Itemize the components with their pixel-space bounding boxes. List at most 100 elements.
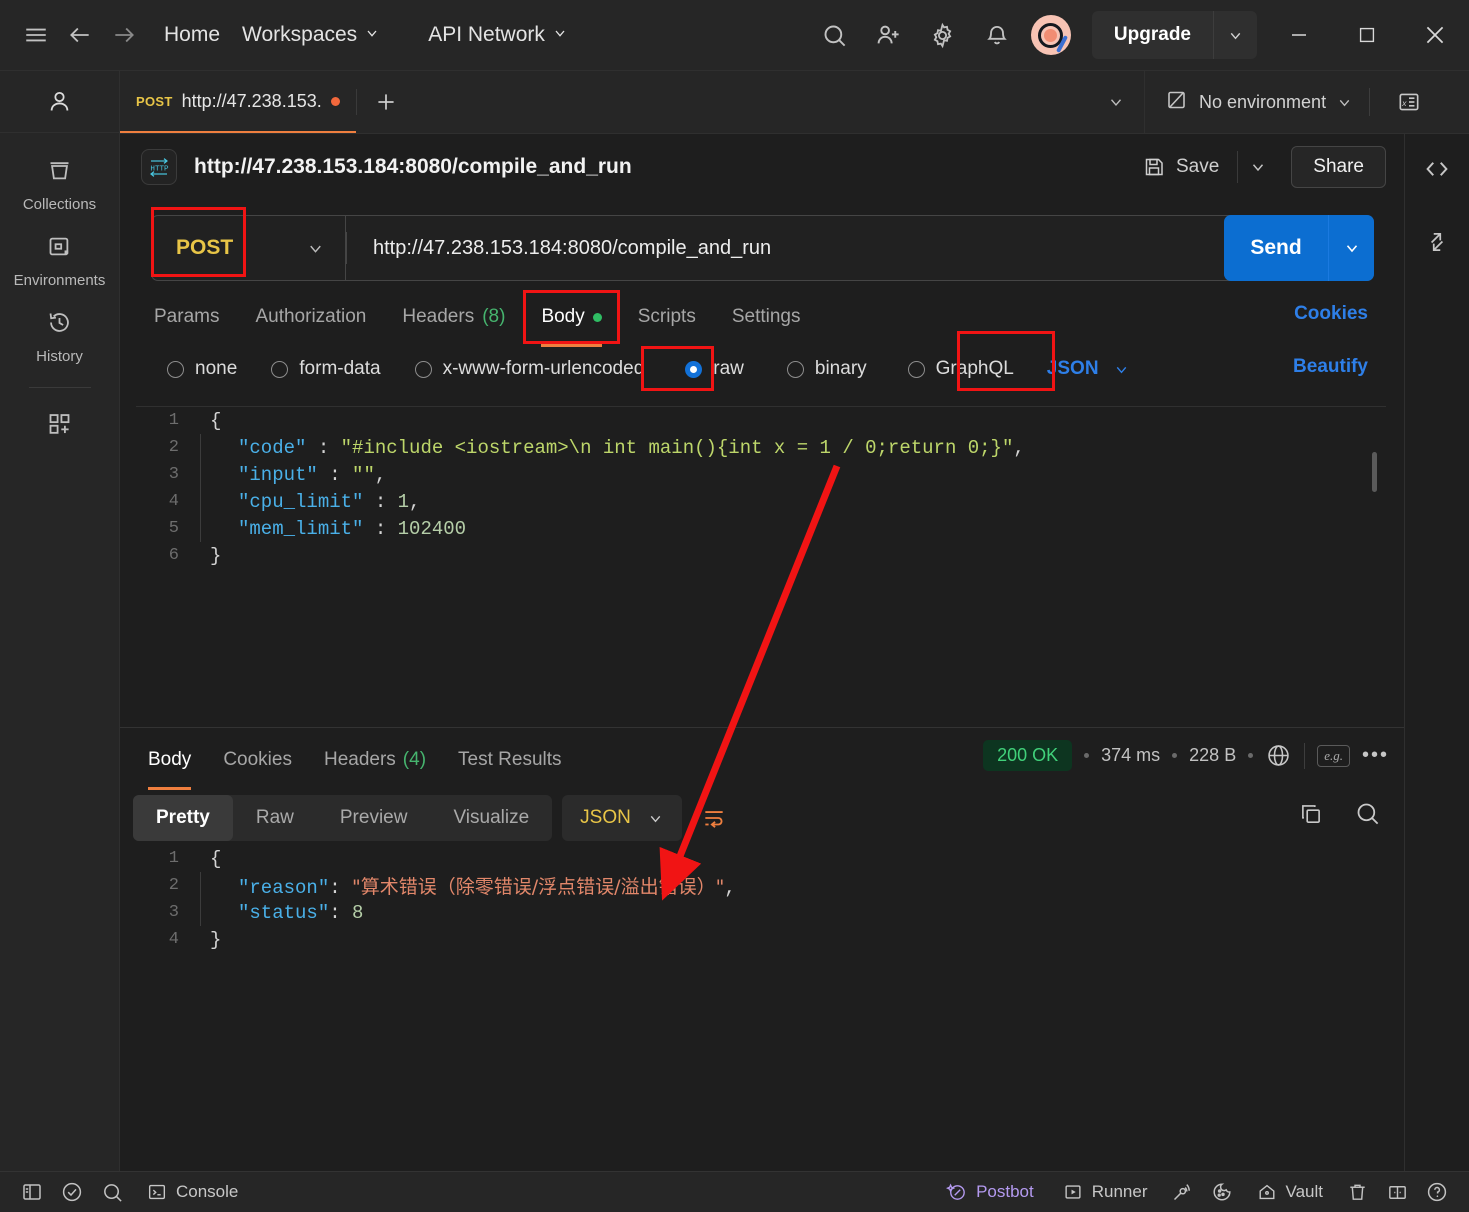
sidebar-item-history[interactable]: History <box>0 309 119 365</box>
environment-quick-look-icon[interactable]: x <box>1396 89 1422 115</box>
response-body-code[interactable]: 1{2"reason": "算术错误（除零错误/浮点错误/溢出错误）",3"st… <box>136 845 1386 953</box>
nav-api-network[interactable]: API Network <box>422 19 574 51</box>
expand-collapse-icon[interactable] <box>1424 229 1450 260</box>
beautify-button[interactable]: Beautify <box>1293 356 1368 378</box>
body-type-graphql[interactable]: GraphQL <box>884 358 1031 380</box>
line-number: 2 <box>136 876 194 895</box>
console-button[interactable]: Console <box>132 1181 252 1203</box>
tab-params[interactable]: Params <box>136 296 237 338</box>
tab-scripts[interactable]: Scripts <box>620 296 714 338</box>
minimize-button[interactable] <box>1265 0 1333 71</box>
invite-user-icon[interactable] <box>862 8 916 62</box>
chevron-down-icon[interactable] <box>306 239 325 258</box>
response-example-badge[interactable]: e.g. <box>1317 745 1350 767</box>
more-options-icon[interactable]: ••• <box>1362 744 1389 767</box>
save-button[interactable]: Save <box>1132 147 1229 187</box>
response-view-raw[interactable]: Raw <box>233 795 317 841</box>
help-icon[interactable] <box>1417 1172 1457 1212</box>
user-profile-icon[interactable] <box>0 71 119 133</box>
maximize-button[interactable] <box>1333 0 1401 71</box>
response-format-selector[interactable]: JSON <box>562 795 682 841</box>
body-type-raw[interactable]: raw <box>661 358 761 380</box>
new-tab-button[interactable] <box>357 71 415 133</box>
body-type-urlencoded[interactable]: x-www-form-urlencoded <box>398 358 662 380</box>
arrow-left-icon[interactable] <box>58 13 102 57</box>
radio-icon[interactable] <box>908 361 925 378</box>
new-grid-plus-icon[interactable] <box>0 410 119 437</box>
gear-icon[interactable] <box>916 8 970 62</box>
response-view-preview[interactable]: Preview <box>317 795 431 841</box>
runner-button[interactable]: Runner <box>1048 1181 1162 1203</box>
environment-selector-label[interactable]: No environment <box>1199 92 1326 113</box>
body-type-urlencoded-label: x-www-form-urlencoded <box>443 358 645 380</box>
line-number: 4 <box>136 930 194 949</box>
request-tab[interactable]: POST http://47.238.153.184:8 <box>120 71 356 133</box>
bell-icon[interactable] <box>970 8 1024 62</box>
raw-format-selector[interactable]: JSON <box>1031 358 1130 380</box>
search-icon[interactable] <box>92 1172 132 1212</box>
nav-home[interactable]: Home <box>158 19 226 51</box>
close-button[interactable] <box>1401 0 1469 71</box>
body-type-binary[interactable]: binary <box>761 358 884 380</box>
radio-icon[interactable] <box>787 361 804 378</box>
response-view-visualize[interactable]: Visualize <box>430 795 552 841</box>
http-method-selector[interactable]: POST <box>151 215 345 281</box>
response-tab-body[interactable]: Body <box>132 739 207 781</box>
radio-icon[interactable] <box>685 361 702 378</box>
response-body-viewer[interactable]: 1{2"reason": "算术错误（除零错误/浮点错误/溢出错误）",3"st… <box>136 845 1386 1165</box>
body-type-form-data[interactable]: form-data <box>254 358 397 380</box>
response-tab-headers-label: Headers <box>324 749 396 771</box>
url-input[interactable]: http://47.238.153.184:8080/compile_and_r… <box>345 215 1374 281</box>
check-circle-icon[interactable] <box>52 1172 92 1212</box>
title-bar: Home Workspaces API Network <box>0 0 1469 71</box>
tab-settings[interactable]: Settings <box>714 296 819 338</box>
sidebar-item-environments[interactable]: Environments <box>0 233 119 289</box>
response-view-pretty[interactable]: Pretty <box>133 795 233 841</box>
tab-headers[interactable]: Headers (8) <box>384 296 523 338</box>
response-tab-cookies[interactable]: Cookies <box>207 739 308 781</box>
cookies-link[interactable]: Cookies <box>1294 303 1368 325</box>
response-tab-headers[interactable]: Headers (4) <box>308 739 442 781</box>
sidebar-item-collections[interactable]: Collections <box>0 157 119 213</box>
radio-icon[interactable] <box>167 361 184 378</box>
chevron-down-icon[interactable] <box>1213 11 1257 59</box>
upgrade-button[interactable]: Upgrade <box>1092 11 1257 59</box>
request-body-code[interactable]: 1{2"code" : "#include <iostream>\n int m… <box>136 407 1386 569</box>
tab-body[interactable]: Body <box>523 296 619 338</box>
arrow-right-icon[interactable] <box>102 13 146 57</box>
code-snippet-icon[interactable] <box>1422 154 1452 189</box>
tab-list-chevron-icon[interactable] <box>1088 71 1144 133</box>
avatar[interactable] <box>1031 15 1071 55</box>
wrap-lines-icon[interactable] <box>692 795 736 841</box>
chevron-down-icon[interactable] <box>1336 94 1353 111</box>
sidebar-item-label: Collections <box>23 196 96 213</box>
sidebar-toggle-icon[interactable] <box>12 1172 52 1212</box>
chevron-down-icon[interactable] <box>1113 361 1130 378</box>
chevron-down-icon[interactable] <box>647 810 664 827</box>
trash-icon[interactable] <box>1337 1172 1377 1212</box>
search-icon[interactable] <box>1354 800 1381 827</box>
editor-scrollbar[interactable] <box>1372 452 1377 492</box>
tab-authorization[interactable]: Authorization <box>237 296 384 338</box>
share-button[interactable]: Share <box>1291 146 1386 188</box>
body-type-none[interactable]: none <box>150 358 254 380</box>
nav-workspaces[interactable]: Workspaces <box>236 19 386 51</box>
send-options-chevron-icon[interactable] <box>1328 215 1374 281</box>
response-tab-test-results[interactable]: Test Results <box>442 739 577 781</box>
satellite-icon[interactable] <box>1162 1172 1202 1212</box>
request-body-editor[interactable]: 1{2"code" : "#include <iostream>\n int m… <box>136 406 1386 724</box>
vault-button[interactable]: Vault <box>1242 1181 1338 1203</box>
cookie-icon[interactable] <box>1202 1172 1242 1212</box>
radio-icon[interactable] <box>271 361 288 378</box>
search-icon[interactable] <box>808 8 862 62</box>
network-globe-icon[interactable] <box>1265 742 1292 769</box>
code-text: { <box>210 848 221 870</box>
hamburger-icon[interactable] <box>14 13 58 57</box>
send-button[interactable]: Send <box>1224 215 1374 281</box>
radio-icon[interactable] <box>415 361 432 378</box>
save-icon <box>1142 155 1166 179</box>
two-pane-layout-icon[interactable] <box>1377 1172 1417 1212</box>
copy-icon[interactable] <box>1298 801 1324 827</box>
save-options-chevron-icon[interactable] <box>1237 151 1277 183</box>
postbot-button[interactable]: Postbot <box>932 1181 1048 1203</box>
